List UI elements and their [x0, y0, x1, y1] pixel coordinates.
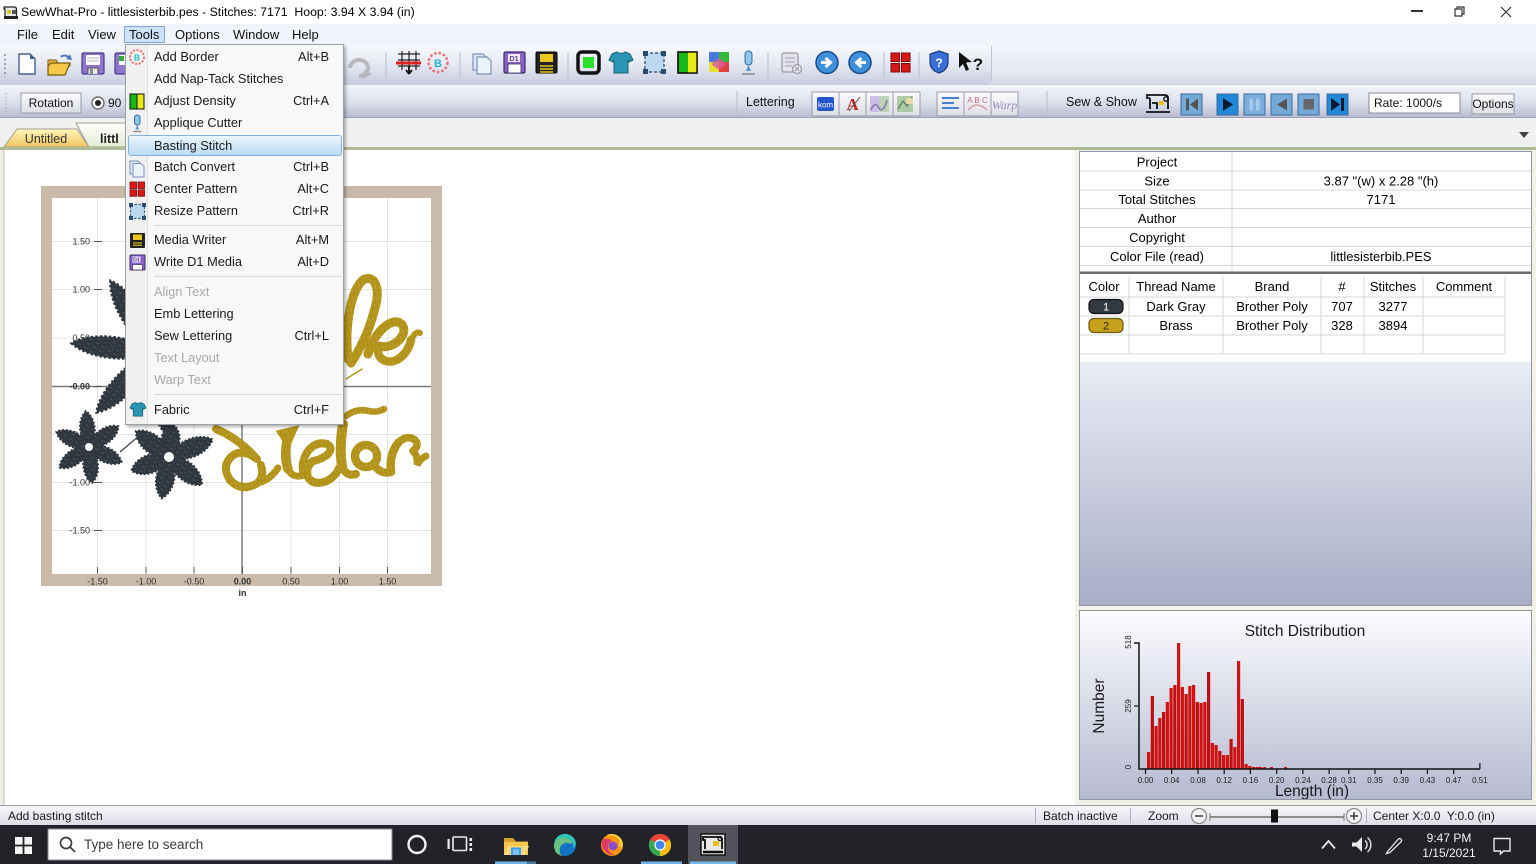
svg-text:Project: Project: [1137, 155, 1178, 170]
svg-text:Brand: Brand: [1255, 279, 1290, 294]
svg-text:D1: D1: [510, 56, 519, 63]
svg-text:9:47 PM: 9:47 PM: [1427, 831, 1472, 845]
svg-text:0.50: 0.50: [282, 577, 300, 587]
svg-text:-1.50: -1.50: [69, 526, 90, 536]
svg-text:Warp: Warp: [992, 98, 1018, 112]
svg-text:Length (in): Length (in): [1275, 783, 1349, 799]
svg-text:B: B: [134, 53, 140, 63]
svg-text:kom: kom: [818, 101, 833, 110]
svg-text:0.00: 0.00: [234, 577, 252, 587]
svg-text:3.87 "(w) x 2.28 "(h): 3.87 "(w) x 2.28 "(h): [1324, 174, 1439, 189]
svg-text:-0.50: -0.50: [184, 577, 205, 587]
svg-text:707: 707: [1331, 299, 1353, 314]
svg-text:Thread Name: Thread Name: [1136, 279, 1215, 294]
svg-text:A: A: [846, 95, 859, 114]
svg-text:Rotation: Rotation: [29, 96, 74, 110]
svg-text:-1.00: -1.00: [136, 577, 157, 587]
svg-text:#: #: [1338, 279, 1346, 294]
svg-text:Dark Gray: Dark Gray: [1146, 299, 1206, 314]
svg-text:1/15/2021: 1/15/2021: [1422, 846, 1476, 860]
svg-text:518: 518: [1124, 635, 1133, 649]
svg-text:3894: 3894: [1379, 318, 1408, 333]
svg-text:0.47: 0.47: [1446, 776, 1462, 785]
svg-text:Brother Poly: Brother Poly: [1236, 318, 1308, 333]
svg-text:0.08: 0.08: [1190, 776, 1206, 785]
svg-text:Lettering: Lettering: [746, 95, 795, 109]
svg-text:-0.00: -0.00: [69, 382, 90, 392]
svg-text:Comment: Comment: [1436, 279, 1493, 294]
svg-text:1.50: 1.50: [379, 577, 397, 587]
svg-text:Size: Size: [1144, 174, 1169, 189]
svg-text:0.00: 0.00: [1138, 776, 1154, 785]
svg-text:90: 90: [108, 96, 122, 110]
svg-text:0.43: 0.43: [1420, 776, 1436, 785]
svg-text:Number: Number: [1091, 678, 1108, 733]
svg-text:Stitches: Stitches: [1370, 279, 1417, 294]
svg-text:2: 2: [1103, 321, 1109, 333]
svg-text:0.51: 0.51: [1472, 776, 1488, 785]
svg-text:-1.50: -1.50: [87, 577, 108, 587]
svg-text:Total Stitches: Total Stitches: [1118, 192, 1196, 207]
svg-text:Author: Author: [1138, 211, 1177, 226]
svg-text:Brass: Brass: [1159, 318, 1193, 333]
svg-text:1.00: 1.00: [331, 577, 349, 587]
svg-text:Color: Color: [1088, 279, 1120, 294]
svg-text:0.35: 0.35: [1367, 776, 1383, 785]
svg-text:3277: 3277: [1379, 299, 1408, 314]
svg-text:7171: 7171: [1367, 192, 1396, 207]
svg-text:328: 328: [1331, 318, 1353, 333]
svg-text:littlesisterbib.PES: littlesisterbib.PES: [1330, 249, 1431, 264]
svg-text:1: 1: [1103, 302, 1109, 314]
svg-text:Color File (read): Color File (read): [1110, 249, 1204, 264]
svg-text:Sew & Show: Sew & Show: [1066, 95, 1138, 109]
svg-text:Brother Poly: Brother Poly: [1236, 299, 1308, 314]
svg-text:littl: littl: [100, 132, 119, 146]
svg-text:0.39: 0.39: [1393, 776, 1409, 785]
svg-text:B: B: [434, 58, 442, 70]
svg-text:A B C: A B C: [967, 96, 988, 105]
svg-text:Stitch Distribution: Stitch Distribution: [1245, 623, 1366, 640]
svg-text:Type here to search: Type here to search: [84, 837, 203, 852]
svg-text:0: 0: [1124, 764, 1133, 769]
svg-text:1.50: 1.50: [72, 237, 90, 247]
svg-text:1.00: 1.00: [72, 285, 90, 295]
svg-text:0.12: 0.12: [1216, 776, 1232, 785]
svg-text:Rate: 1000/s: Rate: 1000/s: [1374, 96, 1442, 110]
svg-text:Copyright: Copyright: [1129, 230, 1185, 245]
svg-text:0.16: 0.16: [1243, 776, 1259, 785]
svg-text:D1: D1: [133, 258, 140, 264]
svg-text:Untitled: Untitled: [25, 132, 67, 146]
svg-text:Options: Options: [1472, 97, 1513, 111]
svg-text:259: 259: [1124, 699, 1133, 713]
svg-text:0.04: 0.04: [1164, 776, 1180, 785]
svg-text:in: in: [239, 588, 247, 598]
svg-text:?: ?: [973, 55, 983, 74]
svg-text:?: ?: [935, 56, 942, 70]
